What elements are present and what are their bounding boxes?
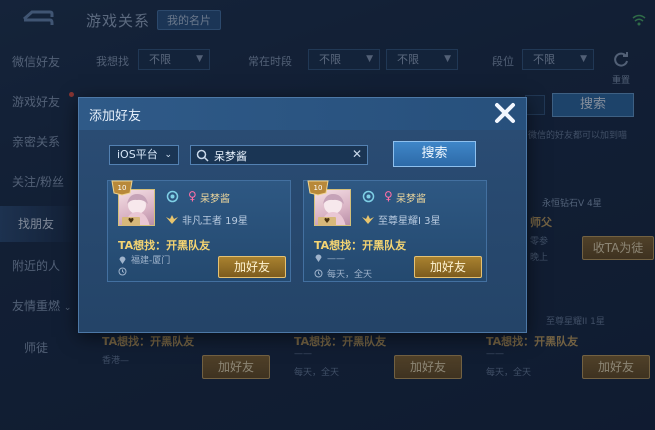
add-friend-button[interactable]: 加好友 bbox=[218, 256, 286, 278]
location-text: 福建-厦门 bbox=[131, 256, 171, 266]
platform-value: iOS平台 bbox=[117, 148, 158, 161]
tier-icon bbox=[362, 215, 374, 224]
add-friend-button[interactable]: 加好友 bbox=[414, 256, 482, 278]
level-text: 10 bbox=[118, 184, 127, 192]
rank-badge-icon: 10 bbox=[307, 180, 329, 196]
rank-badge-icon: 10 bbox=[111, 180, 133, 196]
location-text: —— bbox=[327, 254, 345, 264]
name-row: ♀ 呆梦酱 bbox=[362, 189, 482, 205]
time-text: 每天，全天 bbox=[327, 270, 373, 280]
search-input[interactable]: 呆梦酱 ✕ bbox=[190, 145, 368, 165]
time-row bbox=[118, 267, 131, 278]
want-text: TA想找：开黑队友 bbox=[118, 239, 211, 252]
time-row: 每天，全天 bbox=[314, 267, 372, 280]
tier-icon bbox=[166, 215, 178, 224]
want-text: TA想找：开黑队友 bbox=[314, 239, 407, 252]
screen: 游戏关系 我的名片 微信好友 游戏好友 亲密关系 关注/粉丝 找朋友 附近的人 … bbox=[0, 0, 655, 430]
tier-row: 非凡王者 19星 bbox=[166, 212, 248, 227]
ring-icon bbox=[362, 190, 375, 203]
player-card: 10 ♥ ♀ 呆梦酱 非凡王者 19星 TA想找：开黑队友 福建-厦门 加好友 bbox=[107, 180, 291, 282]
search-value: 呆梦酱 bbox=[214, 150, 247, 163]
tier-text: 至尊星耀I 3星 bbox=[378, 216, 441, 227]
level-text: 10 bbox=[314, 184, 323, 192]
female-icon: ♀ bbox=[188, 189, 197, 203]
location-icon bbox=[315, 254, 322, 262]
search-icon bbox=[196, 149, 209, 162]
tier-row: 至尊星耀I 3星 bbox=[362, 212, 441, 227]
name-row: ♀ 呆梦酱 bbox=[166, 189, 286, 205]
platform-select[interactable]: iOS平台 ⌄ bbox=[109, 145, 179, 165]
clock-icon bbox=[314, 269, 323, 278]
ring-icon bbox=[166, 190, 179, 203]
dialog-header: 添加好友 bbox=[79, 98, 526, 130]
location-row: 福建-厦门 bbox=[118, 253, 170, 266]
clear-icon[interactable]: ✕ bbox=[352, 147, 362, 161]
close-icon[interactable] bbox=[492, 100, 518, 126]
clock-icon bbox=[118, 267, 127, 276]
player-card: 10 ♥ ♀ 呆梦酱 至尊星耀I 3星 TA想找：开黑队友 —— 每天，全天 加… bbox=[303, 180, 487, 282]
dialog-title: 添加好友 bbox=[89, 109, 142, 124]
player-name: 呆梦酱 bbox=[396, 194, 426, 205]
chevron-down-icon: ⌄ bbox=[164, 150, 172, 160]
search-button[interactable]: 搜索 bbox=[393, 141, 476, 167]
location-icon bbox=[119, 256, 126, 264]
lv-tag: ♥ bbox=[318, 217, 336, 226]
location-row: —— bbox=[314, 253, 345, 264]
lv-tag: ♥ bbox=[122, 217, 140, 226]
female-icon: ♀ bbox=[384, 189, 393, 203]
player-name: 呆梦酱 bbox=[200, 194, 230, 205]
tier-text: 非凡王者 19星 bbox=[182, 216, 248, 227]
